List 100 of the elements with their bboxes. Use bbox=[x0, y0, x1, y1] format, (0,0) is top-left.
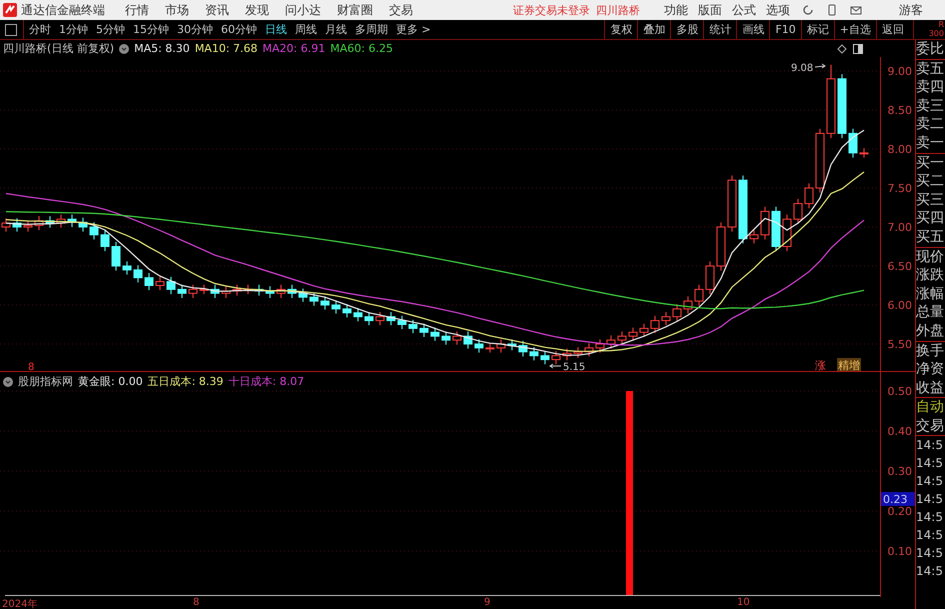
trade-label[interactable]: 交易 bbox=[916, 416, 945, 436]
period-tab[interactable]: 30分钟 bbox=[176, 22, 214, 37]
candlestick bbox=[320, 296, 330, 310]
indicator-name: 股朋指标网 bbox=[18, 374, 73, 389]
menu-item[interactable]: 功能 bbox=[664, 2, 688, 18]
menu-item[interactable]: 资讯 bbox=[205, 2, 229, 18]
candlestick bbox=[222, 286, 230, 298]
date-label: 2024年 bbox=[2, 598, 38, 609]
candlestick bbox=[122, 260, 132, 276]
period-tab[interactable]: 1分钟 bbox=[58, 22, 89, 37]
trade-time: 14:5 bbox=[916, 491, 944, 508]
phone-icon[interactable] bbox=[826, 4, 838, 16]
price-tick: 8.50 bbox=[888, 104, 912, 117]
price-tick: 5.50 bbox=[888, 338, 912, 351]
candlestick bbox=[298, 288, 308, 302]
candlestick bbox=[694, 284, 704, 306]
menu-item[interactable]: 问小达 bbox=[285, 2, 321, 18]
candlestick bbox=[628, 327, 638, 342]
candlestick bbox=[782, 214, 792, 252]
toolbar-button[interactable]: 返回 bbox=[876, 20, 909, 39]
trade-time: 14:5 bbox=[916, 509, 944, 526]
menu-item[interactable]: 市场 bbox=[165, 2, 189, 18]
candlestick bbox=[442, 331, 450, 346]
toolbar-button[interactable]: 统计 bbox=[703, 20, 736, 39]
candlestick bbox=[68, 214, 76, 228]
panel-toggle-icon[interactable] bbox=[5, 24, 17, 36]
corner-label: R bbox=[938, 20, 944, 29]
toolbar-button[interactable]: +自选 bbox=[834, 20, 876, 39]
toolbar-button[interactable]: 多股 bbox=[670, 20, 704, 39]
toolbar-button[interactable]: 复权 bbox=[604, 20, 638, 39]
quote-label: 卖四 bbox=[916, 78, 945, 97]
period-tab[interactable]: 15分钟 bbox=[132, 22, 170, 37]
candlestick bbox=[584, 342, 594, 357]
value-tick: 0.10 bbox=[888, 545, 912, 558]
trade-time: 14:5 bbox=[916, 455, 944, 472]
refresh-icon[interactable] bbox=[802, 4, 814, 16]
price-tick: 8.00 bbox=[888, 143, 912, 156]
panel-icon[interactable] bbox=[853, 44, 863, 54]
candlestick bbox=[24, 220, 32, 232]
value-tick: 0.40 bbox=[888, 425, 912, 438]
auto-trade-label[interactable]: 自动 bbox=[916, 398, 945, 417]
period-tab[interactable]: 分时 bbox=[28, 22, 52, 37]
cursor-value-label: 0.23 bbox=[881, 492, 915, 506]
tag-label: 精增 bbox=[837, 358, 861, 371]
candlestick bbox=[672, 304, 682, 322]
trade-time: 14:5 bbox=[916, 437, 944, 454]
price-tick: 7.50 bbox=[888, 182, 912, 195]
period-tab[interactable]: 周线 bbox=[294, 22, 318, 37]
menu-item[interactable]: 选项 bbox=[766, 2, 790, 18]
dropdown-icon[interactable] bbox=[3, 376, 13, 386]
candlestick bbox=[508, 338, 516, 351]
period-tab[interactable]: 60分钟 bbox=[220, 22, 258, 37]
arrow-icon bbox=[814, 64, 826, 68]
quote-label: 委比 bbox=[916, 40, 945, 59]
dropdown-icon[interactable] bbox=[119, 44, 130, 54]
signal-marker: 8 bbox=[28, 362, 34, 371]
menu-item[interactable]: 财富圈 bbox=[337, 2, 373, 18]
user-label[interactable]: 游客 bbox=[899, 2, 923, 18]
toolbar-button[interactable]: 标记 bbox=[800, 20, 834, 39]
mail-icon[interactable] bbox=[850, 4, 862, 16]
price-tick: 9.00 bbox=[888, 65, 912, 78]
indicator-value: 黄金眼: 0.00 bbox=[78, 374, 143, 389]
candlestick bbox=[266, 286, 274, 298]
period-tab[interactable]: 更多 > bbox=[395, 22, 432, 37]
candlestick bbox=[398, 315, 406, 330]
period-tab[interactable]: 5分钟 bbox=[95, 22, 126, 37]
candlestick bbox=[100, 230, 110, 252]
value-tick: 0.20 bbox=[888, 505, 912, 518]
menu-item[interactable]: 交易 bbox=[389, 2, 413, 18]
candlestick bbox=[530, 346, 538, 361]
candlestick bbox=[650, 315, 660, 334]
candlestick bbox=[750, 230, 758, 244]
candlestick bbox=[188, 284, 198, 298]
indicator-value: MA10: 7.68 bbox=[194, 42, 258, 55]
candlestick bbox=[78, 217, 88, 232]
candlestick bbox=[838, 74, 846, 139]
candlestick bbox=[276, 284, 286, 298]
menu-item[interactable]: 行情 bbox=[125, 2, 149, 18]
candlestick bbox=[12, 218, 22, 232]
toolbar-button[interactable]: 叠加 bbox=[637, 20, 670, 39]
menu-item[interactable]: 发现 bbox=[245, 2, 269, 18]
menu-item[interactable]: 版面 bbox=[698, 2, 722, 18]
price-tick: 7.00 bbox=[888, 221, 912, 234]
toolbar-button[interactable]: 画线 bbox=[736, 20, 770, 39]
indicator-value: MA60: 6.25 bbox=[330, 42, 393, 55]
diamond-icon[interactable] bbox=[837, 44, 847, 54]
period-tab[interactable]: 月线 bbox=[324, 22, 348, 37]
toolbar-button[interactable]: F10 bbox=[769, 20, 801, 39]
quote-label: 买一 bbox=[916, 154, 945, 172]
trade-time: 14:5 bbox=[916, 473, 944, 490]
menu-item[interactable]: 公式 bbox=[732, 2, 756, 18]
period-tab[interactable]: 日线 bbox=[264, 22, 288, 37]
quote-label: 买二 bbox=[916, 172, 945, 191]
indicator-value: 五日成本: 8.39 bbox=[148, 374, 224, 389]
quote-label: 买三 bbox=[916, 190, 945, 210]
period-tab[interactable]: 多周期 bbox=[354, 22, 389, 37]
trade-time: 14:5 bbox=[916, 527, 944, 544]
candlestick bbox=[728, 175, 736, 232]
quote-label: 涨幅 bbox=[916, 284, 945, 304]
candlestick bbox=[34, 216, 44, 231]
